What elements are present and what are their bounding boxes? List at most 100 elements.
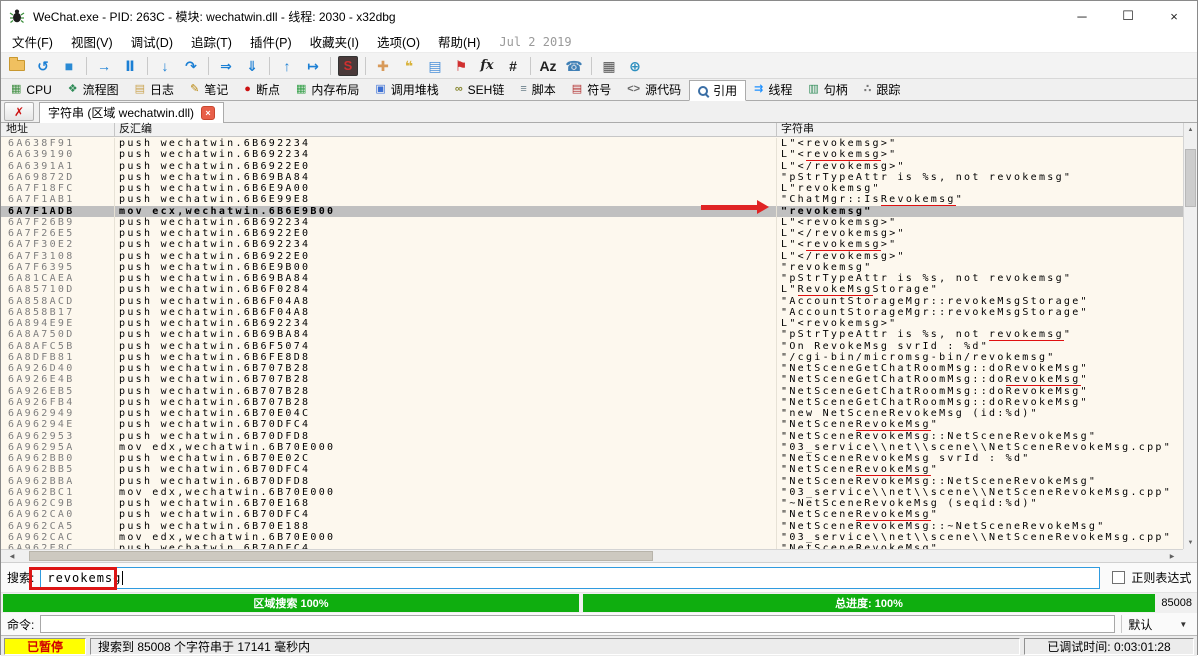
table-row[interactable]: 6A96294E push wechatwin.6B70DFC4 "NetScene…	[1, 419, 1183, 431]
search-input[interactable]: revokemsg	[40, 566, 1101, 589]
table-row[interactable]: 6A8AFC5B push wechatwin.6B6F5074 "On Revok…	[1, 340, 1183, 352]
command-profile-dropdown[interactable]: 默认 ▼	[1121, 615, 1193, 633]
restart-icon[interactable]: ↺	[31, 55, 55, 77]
tab-notes[interactable]: ✎ 笔记	[182, 79, 236, 100]
menu-item[interactable]: 视图(V)	[62, 32, 122, 51]
table-row[interactable]: 6A7F3108 push wechatwin.6B6922E0 L"</revok…	[1, 250, 1183, 262]
table-row[interactable]: 6A962BC1 mov edx,wechatwin.6B70E000 "03_se…	[1, 486, 1183, 498]
step-out-icon[interactable]: ↑	[275, 55, 299, 77]
table-row[interactable]: 6A69872D push wechatwin.6B69BA84 "pStrType…	[1, 171, 1183, 183]
tab-seh-chain[interactable]: ∞ SEH链	[447, 79, 513, 100]
table-row[interactable]: 6A962949 push wechatwin.6B70E04C "new NetS…	[1, 408, 1183, 420]
table-row[interactable]: 6A96295A mov edx,wechatwin.6B70E000 "03_se…	[1, 441, 1183, 453]
calculator-icon[interactable]: ▦	[597, 55, 621, 77]
table-row[interactable]: 6A639190 push wechatwin.6B692234 L"<revoke…	[1, 149, 1183, 161]
table-row[interactable]: 6A962CA0 push wechatwin.6B70DFC4 "NetScene…	[1, 509, 1183, 521]
close-tab-icon[interactable]: ×	[201, 105, 216, 120]
table-row[interactable]: 6A926E4B push wechatwin.6B707B28 "NetScene…	[1, 374, 1183, 386]
hash-icon[interactable]: #	[501, 55, 525, 77]
tab-script[interactable]: ≡ 脚本	[512, 79, 563, 100]
table-row[interactable]: 6A962C9B push wechatwin.6B70E168 "~NetScen…	[1, 498, 1183, 510]
tab-trace[interactable]: ∴ 跟踪	[856, 79, 909, 100]
pause-icon[interactable]: Ⅱ	[118, 55, 142, 77]
bookmarks-icon[interactable]: ⚑	[449, 55, 473, 77]
step-into-icon[interactable]: ↓	[153, 55, 177, 77]
tab-references[interactable]: 引用	[689, 80, 747, 101]
table-row[interactable]: 6A962BB5 push wechatwin.6B70DFC4 "NetScene…	[1, 464, 1183, 476]
scroll-left-icon[interactable]: ◀	[1, 550, 23, 562]
tab-symbols[interactable]: ▤ 符号	[564, 79, 619, 100]
table-row[interactable]: 6A962953 push wechatwin.6B70DFD8 "NetScene…	[1, 430, 1183, 442]
menu-item[interactable]: 选项(O)	[368, 32, 429, 51]
regex-checkbox-label[interactable]: 正则表达式	[1131, 569, 1191, 586]
table-row[interactable]: 6A858B17 push wechatwin.6B6F04A8 "AccountS…	[1, 306, 1183, 318]
table-row[interactable]: 6A962CA5 push wechatwin.6B70E188 "NetScene…	[1, 520, 1183, 532]
table-row[interactable]: 6A858ACD push wechatwin.6B6F04A8 "AccountS…	[1, 295, 1183, 307]
stop-icon[interactable]: ■	[57, 55, 81, 77]
table-row[interactable]: 6A6391A1 push wechatwin.6B6922E0 L"</revok…	[1, 160, 1183, 172]
maximize-button[interactable]: ☐	[1105, 1, 1151, 31]
patches-icon[interactable]: ✚	[371, 55, 395, 77]
table-row[interactable]: 6A894E9E push wechatwin.6B692234 L"<revoke…	[1, 318, 1183, 330]
scylla-icon[interactable]: S	[336, 55, 360, 77]
strings-icon[interactable]: Az	[536, 55, 560, 77]
close-button[interactable]: ×	[1151, 1, 1197, 31]
table-row[interactable]: 6A962BB0 push wechatwin.6B70E02C "NetScene…	[1, 453, 1183, 465]
table-row[interactable]: 6A7F1ADB mov ecx,wechatwin.6B6E9B00 "revok…	[1, 205, 1183, 217]
header-disassembly[interactable]: 反汇编	[115, 123, 777, 136]
menu-item[interactable]: 追踪(T)	[182, 32, 241, 51]
table-row[interactable]: 6A7F1AB1 push wechatwin.6B6E99E8 "ChatMgr:…	[1, 194, 1183, 206]
horizontal-scroll-thumb[interactable]	[29, 551, 653, 561]
comments-icon[interactable]: ❝	[397, 55, 421, 77]
tab-strings-wechatwin[interactable]: 字符串 (区域 wechatwin.dll) ×	[39, 101, 225, 123]
run-to-user-icon[interactable]: ⇒	[214, 55, 238, 77]
table-row[interactable]: 6A7F26E5 push wechatwin.6B6922E0 L"</revok…	[1, 228, 1183, 240]
table-row[interactable]: 6A7F26B9 push wechatwin.6B692234 L"<revoke…	[1, 216, 1183, 228]
functions-icon[interactable]: fx	[475, 55, 499, 77]
header-string[interactable]: 字符串	[777, 123, 1183, 136]
tab-call-stack[interactable]: ▣ 调用堆栈	[367, 79, 446, 100]
tab-threads[interactable]: ⇉ 线程	[746, 79, 800, 100]
table-row[interactable]: 6A8A750D push wechatwin.6B69BA84 "pStrType…	[1, 329, 1183, 341]
scroll-right-icon[interactable]: ▶	[1161, 550, 1183, 562]
table-row[interactable]: 6A926D40 push wechatwin.6B707B28 "NetScene…	[1, 363, 1183, 375]
tab-handles[interactable]: ▥ 句柄	[800, 79, 855, 100]
menu-item[interactable]: 插件(P)	[241, 32, 301, 51]
command-input[interactable]	[40, 615, 1116, 633]
modules-icon[interactable]: ☎	[562, 55, 586, 77]
menu-item[interactable]: 调试(D)	[122, 32, 182, 51]
table-row[interactable]: 6A962CAC mov edx,wechatwin.6B70E000 "03_se…	[1, 531, 1183, 543]
tab-graph[interactable]: ❖ 流程图	[60, 79, 127, 100]
table-row[interactable]: 6A8DFB81 push wechatwin.6B6FE8D8 "/cgi-bin…	[1, 351, 1183, 363]
tab-memory-map[interactable]: ▦ 内存布局	[288, 79, 367, 100]
vertical-scrollbar[interactable]: ▲ ▼	[1183, 123, 1197, 549]
tab-log[interactable]: ▤ 日志	[127, 79, 182, 100]
table-row[interactable]: 6A638F91 push wechatwin.6B692234 L"<revoke…	[1, 138, 1183, 150]
run-icon[interactable]: →	[92, 55, 116, 77]
header-address[interactable]: 地址	[1, 123, 115, 136]
table-row[interactable]: 6A7F18FC push wechatwin.6B6E9A00 L"revokem…	[1, 183, 1183, 195]
table-row[interactable]: 6A962BBA push wechatwin.6B70DFD8 "NetScene…	[1, 475, 1183, 487]
menu-item[interactable]: 文件(F)	[3, 32, 62, 51]
table-row[interactable]: 6A7F30E2 push wechatwin.6B692234 L"<revoke…	[1, 239, 1183, 251]
close-all-tabs-button[interactable]: ✗	[4, 102, 34, 121]
settings-globe-icon[interactable]: ⊕	[623, 55, 647, 77]
table-row[interactable]: 6A7F6395 push wechatwin.6B6E9B00 "revokems…	[1, 261, 1183, 273]
open-file-icon[interactable]	[5, 55, 29, 77]
tab-breakpoints[interactable]: ● 断点	[236, 79, 288, 100]
scroll-down-icon[interactable]: ▼	[1184, 536, 1197, 549]
vertical-scroll-thumb[interactable]	[1185, 149, 1196, 207]
run-to-user-code-icon[interactable]: ↦	[301, 55, 325, 77]
scroll-up-icon[interactable]: ▲	[1184, 123, 1197, 136]
table-row[interactable]: 6A85710D push wechatwin.6B6F0284 L"RevokeM…	[1, 284, 1183, 296]
table-row[interactable]: 6A81CAEA push wechatwin.6B69BA84 "pStrType…	[1, 273, 1183, 285]
tab-source-code[interactable]: <> 源代码	[619, 79, 689, 100]
menu-item[interactable]: 帮助(H)	[429, 32, 489, 51]
table-row[interactable]: 6A926FB4 push wechatwin.6B707B28 "NetScene…	[1, 396, 1183, 408]
table-row[interactable]: 6A926EB5 push wechatwin.6B707B28 "NetScene…	[1, 385, 1183, 397]
minimize-button[interactable]: ─	[1059, 1, 1105, 31]
regex-checkbox[interactable]	[1112, 571, 1126, 584]
tab-cpu[interactable]: ▦ CPU	[3, 79, 60, 100]
step-over-icon[interactable]: ↷	[179, 55, 203, 77]
menu-item[interactable]: 收藏夹(I)	[301, 32, 368, 51]
